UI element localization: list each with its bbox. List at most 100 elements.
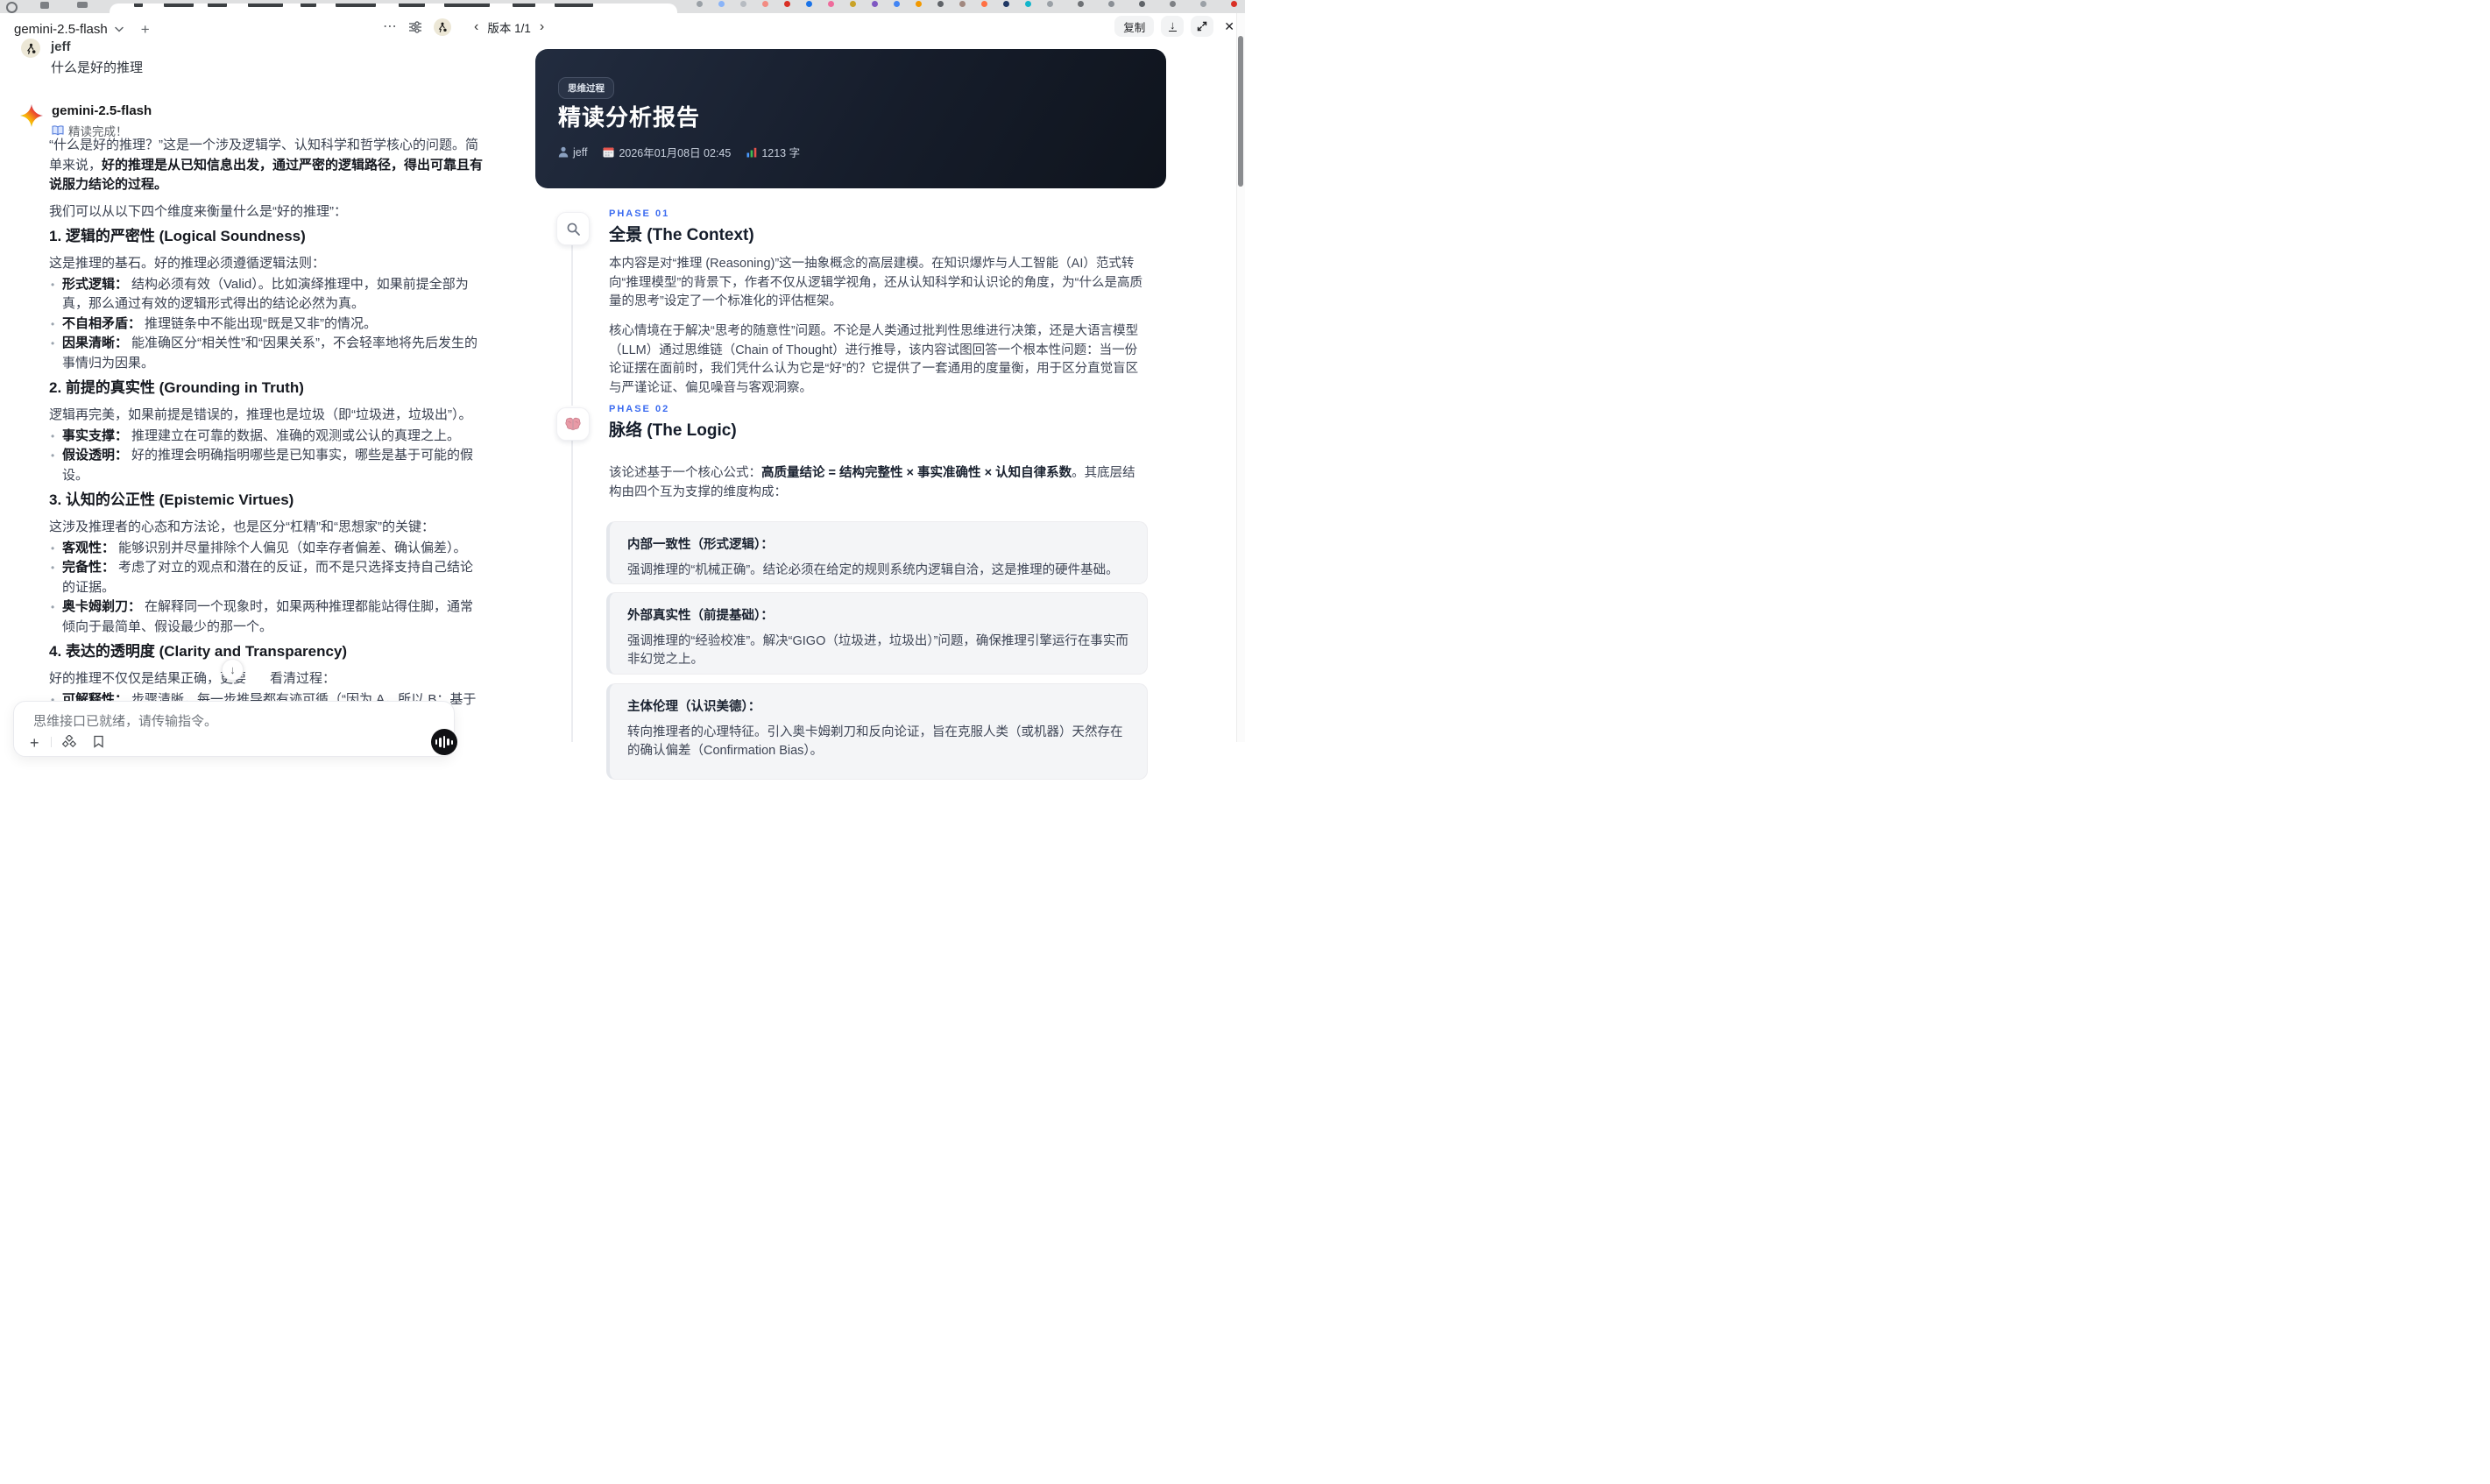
list-item: 完备性：考虑了对立的观点和潜在的反证，而不是只选择支持自己结论的证据。 [51,558,486,597]
extension-icon[interactable] [1231,1,1237,7]
new-chat-button[interactable]: + [141,22,150,37]
section-intro: 好的推理不仅仅是结果正确，更要 看清过程： [49,671,336,686]
extension-icon[interactable] [718,1,725,7]
voice-waveform-icon [435,739,438,745]
url-text-fragment [301,4,316,7]
section-heading: 1. 逻辑的严密性 (Logical Soundness) [49,228,306,244]
extension-icon[interactable] [1200,1,1206,7]
extension-icon[interactable] [981,1,987,7]
extension-icon[interactable] [959,1,966,7]
extension-icon[interactable] [806,1,812,7]
logic-card: 内部一致性（形式逻辑）： 强调推理的“机械正确”。结论必须在给定的规则系统内逻辑… [606,521,1148,584]
extension-icon[interactable] [872,1,878,7]
extension-icon[interactable] [1170,1,1176,7]
magnifier-icon [567,223,580,236]
logic-card-title: 外部真实性（前提基础）： [627,609,774,623]
report-word-count: 1213 字 [761,147,801,159]
tune-icon[interactable] [408,20,422,34]
extension-icon[interactable] [828,1,834,7]
timeline-line [571,245,573,406]
expand-button[interactable] [1191,16,1214,37]
extension-icon[interactable] [1108,1,1114,7]
extension-icon[interactable] [1025,1,1031,7]
assistant-message-body: “什么是好的推理？”这是一个涉及逻辑学、认知科学和哲学核心的问题。简单来说，好的… [49,136,486,730]
more-options-button[interactable]: ⋯ [383,20,397,34]
section-heading: 4. 表达的透明度 (Clarity and Transparency) [49,643,348,660]
extension-icon[interactable] [850,1,856,7]
url-text-fragment [134,4,143,7]
download-button[interactable]: ↓ [1161,16,1185,37]
paragraph: 我们可以从以下四个维度来衡量什么是“好的推理”： [49,203,347,219]
url-text-fragment [555,4,593,7]
user-avatar[interactable] [434,18,451,36]
brain-icon [565,417,581,431]
browser-menu-icon[interactable] [77,2,88,8]
extension-icon[interactable] [1047,1,1053,7]
extension-icon[interactable] [916,1,922,7]
logic-card-title: 内部一致性（形式逻辑）： [627,538,774,552]
logic-card-title: 主体伦理（认识美德）： [627,700,761,714]
extension-icon[interactable] [1003,1,1009,7]
composer[interactable]: 思维接口已就绪，请传输指令。 + [13,701,457,757]
extension-icon[interactable] [1078,1,1084,7]
url-text-fragment [399,4,425,7]
copy-button[interactable]: 复制 [1114,16,1155,37]
extension-icon[interactable] [894,1,900,7]
list-item: 事实支撑：推理建立在可靠的数据、准确的观测或公认的真理之上。 [51,427,486,447]
list-item: 不自相矛盾：推理链条中不能出现“既是又非”的情况。 [51,314,486,335]
extension-icon[interactable] [937,1,944,7]
expand-icon [1198,21,1207,32]
phase-paragraph: 核心情境在于解决“思考的随意性”问题。不论是人类通过批判性思维进行决策，还是大语… [609,324,1139,395]
gems-icon[interactable] [62,735,76,749]
assistant-name: gemini-2.5-flash [52,103,152,118]
scrollbar-thumb[interactable] [1238,36,1243,187]
logic-card: 外部真实性（前提基础）： 强调推理的“经验校准”。解决“GIGO（垃圾进，垃圾出… [606,592,1148,675]
scrollbar-track[interactable] [1236,13,1245,742]
extension-icon[interactable] [697,1,703,7]
attach-plus-button[interactable]: + [30,735,39,751]
section-intro: 逻辑再完美，如果前提是错误的，推理也是垃圾（即“垃圾进，垃圾出”）。 [49,407,472,422]
phase-label: PHASE 02 [609,404,670,414]
user-message-avatar [21,39,40,58]
paragraph: “什么是好的推理？”这是一个涉及逻辑学、认知科学和哲学核心的问题。简单来说，好的… [49,138,484,192]
url-text-fragment [208,4,227,7]
extension-icon[interactable] [784,1,790,7]
chevron-down-icon[interactable] [114,26,124,32]
browser-tab[interactable] [110,4,677,13]
report-author: jeff [573,145,588,159]
bookmark-icon[interactable] [93,735,104,748]
logic-card: 主体伦理（认识美德）： 转向推理者的心理特征。引入奥卡姆剃刀和反向论证，旨在克服… [606,683,1148,780]
scroll-to-bottom-button[interactable]: ↓ [222,659,244,681]
version-prev-button[interactable]: ‹ [474,20,478,34]
report-hero-card: 思维过程 精读分析报告 jeff 2026年01月08日 02:45 1213 … [535,49,1166,188]
user-message: 什么是好的推理 [51,60,144,75]
composer-input[interactable]: 思维接口已就绪，请传输指令。 [33,711,217,730]
divider [51,737,52,747]
url-text-fragment [248,4,283,7]
section-heading: 3. 认知的公正性 (Epistemic Virtues) [49,491,294,508]
phase-label: PHASE 01 [609,208,670,219]
list-item: 假设透明：好的推理会明确指明哪些是已知事实，哪些是基于可能的假设。 [51,446,486,485]
list-item: 客观性：能够识别并尽量排除个人偏见（如幸存者偏差、确认偏差）。 [51,539,486,559]
version-next-button[interactable]: › [540,20,544,34]
extension-icon[interactable] [740,1,746,7]
report-badge: 思维过程 [558,77,614,99]
bar-chart-icon [746,147,757,157]
user-name: jeff [51,39,71,54]
url-text-fragment [336,4,376,7]
version-label: 版本 1/1 [487,22,531,35]
report-meta: jeff 2026年01月08日 02:45 1213 字 [558,144,800,160]
extension-icon[interactable] [1139,1,1145,7]
phase-paragraph: 本内容是对“推理 (Reasoning)”这一抽象概念的高层建模。在知识爆炸与人… [609,257,1142,308]
section-intro: 这是推理的基石。好的推理必须遵循逻辑法则： [49,256,326,271]
browser-back-icon[interactable] [6,2,18,13]
report-title: 精读分析报告 [558,104,701,131]
extension-icon[interactable] [762,1,768,7]
browser-apps-icon[interactable] [40,2,49,9]
model-selector[interactable]: gemini-2.5-flash [14,22,108,37]
logic-card-body: 强调推理的“经验校准”。解决“GIGO（垃圾进，垃圾出）”问题，确保推理引擎运行… [627,633,1128,668]
logic-card-body: 转向推理者的心理特征。引入奥卡姆剃刀和反向论证，旨在克服人类（或机器）天然存在的… [627,724,1123,759]
section-heading: 2. 前提的真实性 (Grounding in Truth) [49,379,304,396]
voice-input-button[interactable] [431,729,457,755]
url-text-fragment [513,4,535,7]
